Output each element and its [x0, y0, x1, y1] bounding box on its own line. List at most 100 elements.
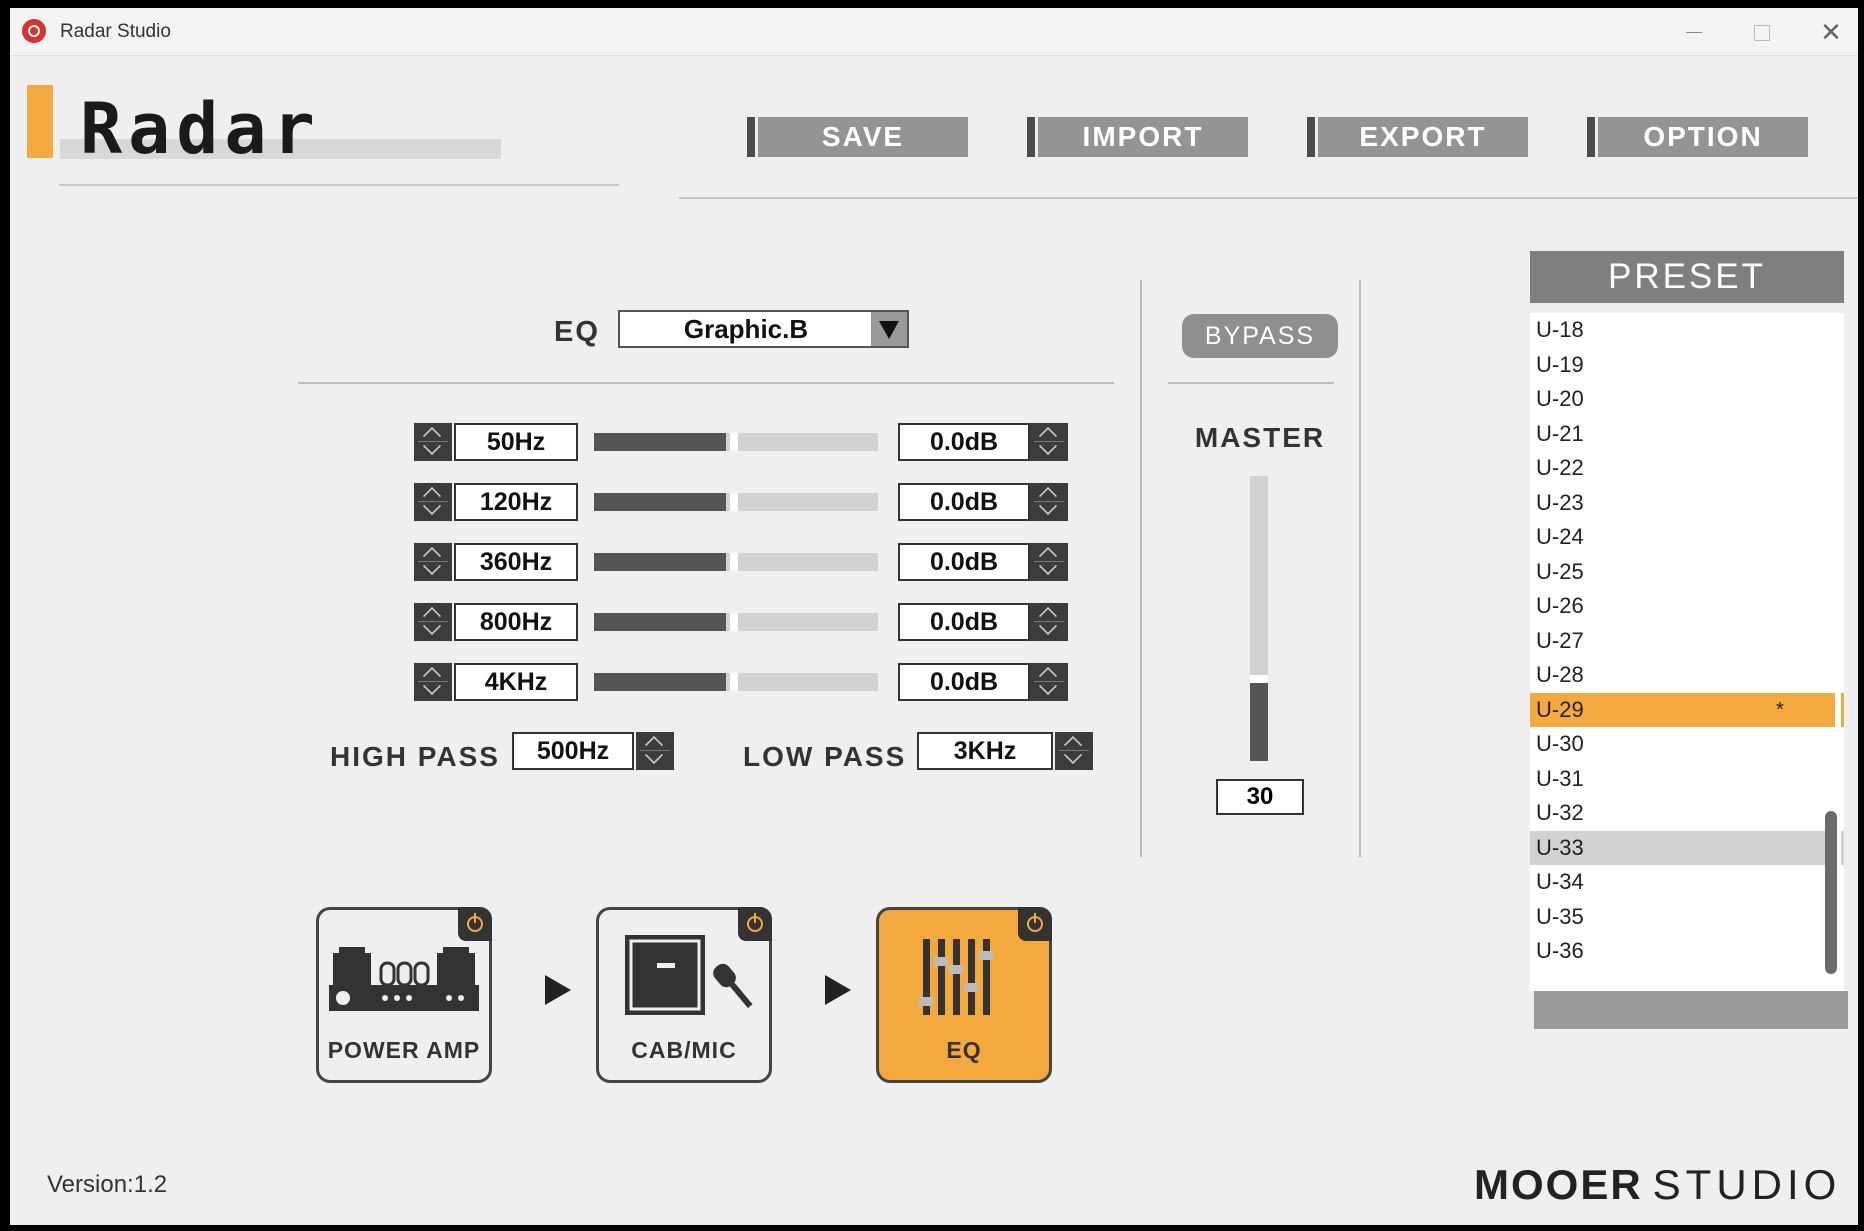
master-slider-handle[interactable] [1250, 675, 1268, 683]
master-value-field[interactable]: 30 [1216, 779, 1304, 815]
low-pass-field[interactable]: 3KHz [917, 732, 1053, 770]
gain-slider[interactable] [594, 493, 878, 511]
gain-stepper[interactable] [1030, 543, 1068, 581]
save-button-label: SAVE [758, 117, 968, 157]
cab-mic-module[interactable]: CAB/MIC [596, 907, 772, 1083]
preset-item[interactable]: U-18 [1530, 313, 1844, 348]
preset-item[interactable]: U-33 [1530, 830, 1844, 865]
gain-slider-handle[interactable] [730, 613, 738, 631]
eq-type-dropdown[interactable]: Graphic.B [618, 310, 909, 348]
preset-list[interactable]: U-18 U-19 U-20 U-21 U-22 U-23 U-24 U-25 U-26 U-27… [1530, 313, 1844, 991]
button-notch [1307, 117, 1315, 157]
preset-item-label: U-29 [1536, 696, 1584, 722]
preset-item-label: U-25 [1536, 558, 1584, 584]
app-window: Radar Studio ✕ Radar SAVE IMPORT EXPORT … [10, 8, 1858, 1225]
power-amp-module[interactable]: POWER AMP [316, 907, 492, 1083]
preset-item[interactable]: U-22 [1530, 451, 1844, 486]
dropdown-arrow-icon[interactable] [871, 312, 907, 346]
preset-item-label: U-24 [1536, 524, 1584, 549]
preset-item[interactable]: U-30 [1530, 727, 1844, 762]
freq-stepper[interactable] [414, 603, 452, 641]
freq-stepper[interactable] [414, 423, 452, 461]
power-icon[interactable] [458, 907, 492, 941]
preset-item[interactable]: U-20 [1530, 382, 1844, 417]
minimize-button[interactable] [1668, 16, 1718, 48]
eq-divider [298, 382, 1114, 384]
high-pass-field[interactable]: 500Hz [512, 732, 634, 770]
preset-item[interactable]: U-36 [1530, 934, 1844, 969]
preset-item[interactable]: U-19 [1530, 348, 1844, 383]
mooer-studio-logo: MOOER STUDIO [1474, 1161, 1841, 1209]
gain-field[interactable]: 0.0dB [898, 603, 1030, 641]
preset-item[interactable]: U-29 * [1530, 692, 1844, 727]
gain-stepper[interactable] [1030, 663, 1068, 701]
gain-slider[interactable] [594, 553, 878, 571]
gain-slider-handle[interactable] [730, 553, 738, 571]
preset-item-label: U-30 [1536, 731, 1584, 756]
preset-scrollbar-thumb[interactable] [1825, 811, 1837, 974]
preset-item[interactable]: U-35 [1530, 900, 1844, 935]
eq-module-label: EQ [946, 1037, 982, 1063]
preset-item[interactable]: U-26 [1530, 589, 1844, 624]
freq-field[interactable]: 4KHz [454, 663, 578, 701]
gain-stepper[interactable] [1030, 423, 1068, 461]
gain-slider[interactable] [594, 433, 878, 451]
window-title: Radar Studio [60, 21, 171, 42]
brand-main: MOOER [1474, 1161, 1643, 1208]
preset-item[interactable]: U-32 [1530, 796, 1844, 831]
power-icon[interactable] [738, 907, 772, 941]
freq-field[interactable]: 360Hz [454, 543, 578, 581]
preset-item[interactable]: U-31 [1530, 762, 1844, 797]
power-icon[interactable] [1018, 907, 1052, 941]
gain-field[interactable]: 0.0dB [898, 483, 1030, 521]
high-pass-stepper[interactable] [636, 732, 674, 770]
gain-stepper[interactable] [1030, 603, 1068, 641]
export-button-label: EXPORT [1318, 117, 1528, 157]
preset-item[interactable]: U-23 [1530, 486, 1844, 521]
preset-item-label: U-28 [1536, 662, 1584, 687]
master-label: MASTER [1194, 422, 1326, 453]
bypass-button[interactable]: BYPASS [1182, 314, 1338, 358]
gain-slider-fill [594, 493, 726, 511]
freq-stepper[interactable] [414, 543, 452, 581]
power-amp-label: POWER AMP [327, 1037, 481, 1063]
preset-item[interactable]: U-21 [1530, 417, 1844, 452]
preset-item[interactable]: U-25 [1530, 555, 1844, 590]
freq-field[interactable]: 120Hz [454, 483, 578, 521]
low-pass-stepper[interactable] [1055, 732, 1093, 770]
preset-item[interactable]: U-24 [1530, 520, 1844, 555]
maximize-button[interactable] [1736, 16, 1786, 48]
preset-item[interactable]: U-27 [1530, 624, 1844, 659]
freq-stepper[interactable] [414, 663, 452, 701]
gain-slider-handle[interactable] [730, 493, 738, 511]
preset-item-label: U-35 [1536, 903, 1584, 929]
master-divider [1359, 280, 1361, 857]
eq-module[interactable]: EQ [876, 907, 1052, 1083]
freq-field[interactable]: 50Hz [454, 423, 578, 461]
gain-slider-handle[interactable] [730, 433, 738, 451]
preset-item-label: U-36 [1536, 938, 1584, 963]
gain-slider-fill [594, 433, 726, 451]
preset-item-label: U-32 [1536, 800, 1584, 825]
preset-item[interactable]: U-28 [1530, 658, 1844, 693]
preset-item[interactable]: U-34 [1530, 865, 1844, 900]
gain-stepper[interactable] [1030, 483, 1068, 521]
master-slider[interactable] [1250, 476, 1268, 761]
preset-item-label: U-31 [1536, 765, 1584, 791]
gain-slider-handle[interactable] [730, 673, 738, 691]
gain-slider[interactable] [594, 673, 878, 691]
gain-field[interactable]: 0.0dB [898, 423, 1030, 461]
eq-type-value: Graphic.B [683, 314, 809, 344]
gain-field[interactable]: 0.0dB [898, 663, 1030, 701]
master-slider-fill [1250, 683, 1268, 761]
close-button[interactable]: ✕ [1806, 16, 1856, 48]
freq-field[interactable]: 800Hz [454, 603, 578, 641]
freq-stepper[interactable] [414, 483, 452, 521]
high-pass-label: HIGH PASS [330, 741, 500, 772]
preset-item-label: U-34 [1536, 869, 1584, 894]
gain-slider[interactable] [594, 613, 878, 631]
gain-slider-fill [594, 553, 726, 571]
preset-item-label: U-18 [1536, 317, 1584, 342]
gain-field[interactable]: 0.0dB [898, 543, 1030, 581]
preset-footer-bar [1534, 991, 1848, 1029]
